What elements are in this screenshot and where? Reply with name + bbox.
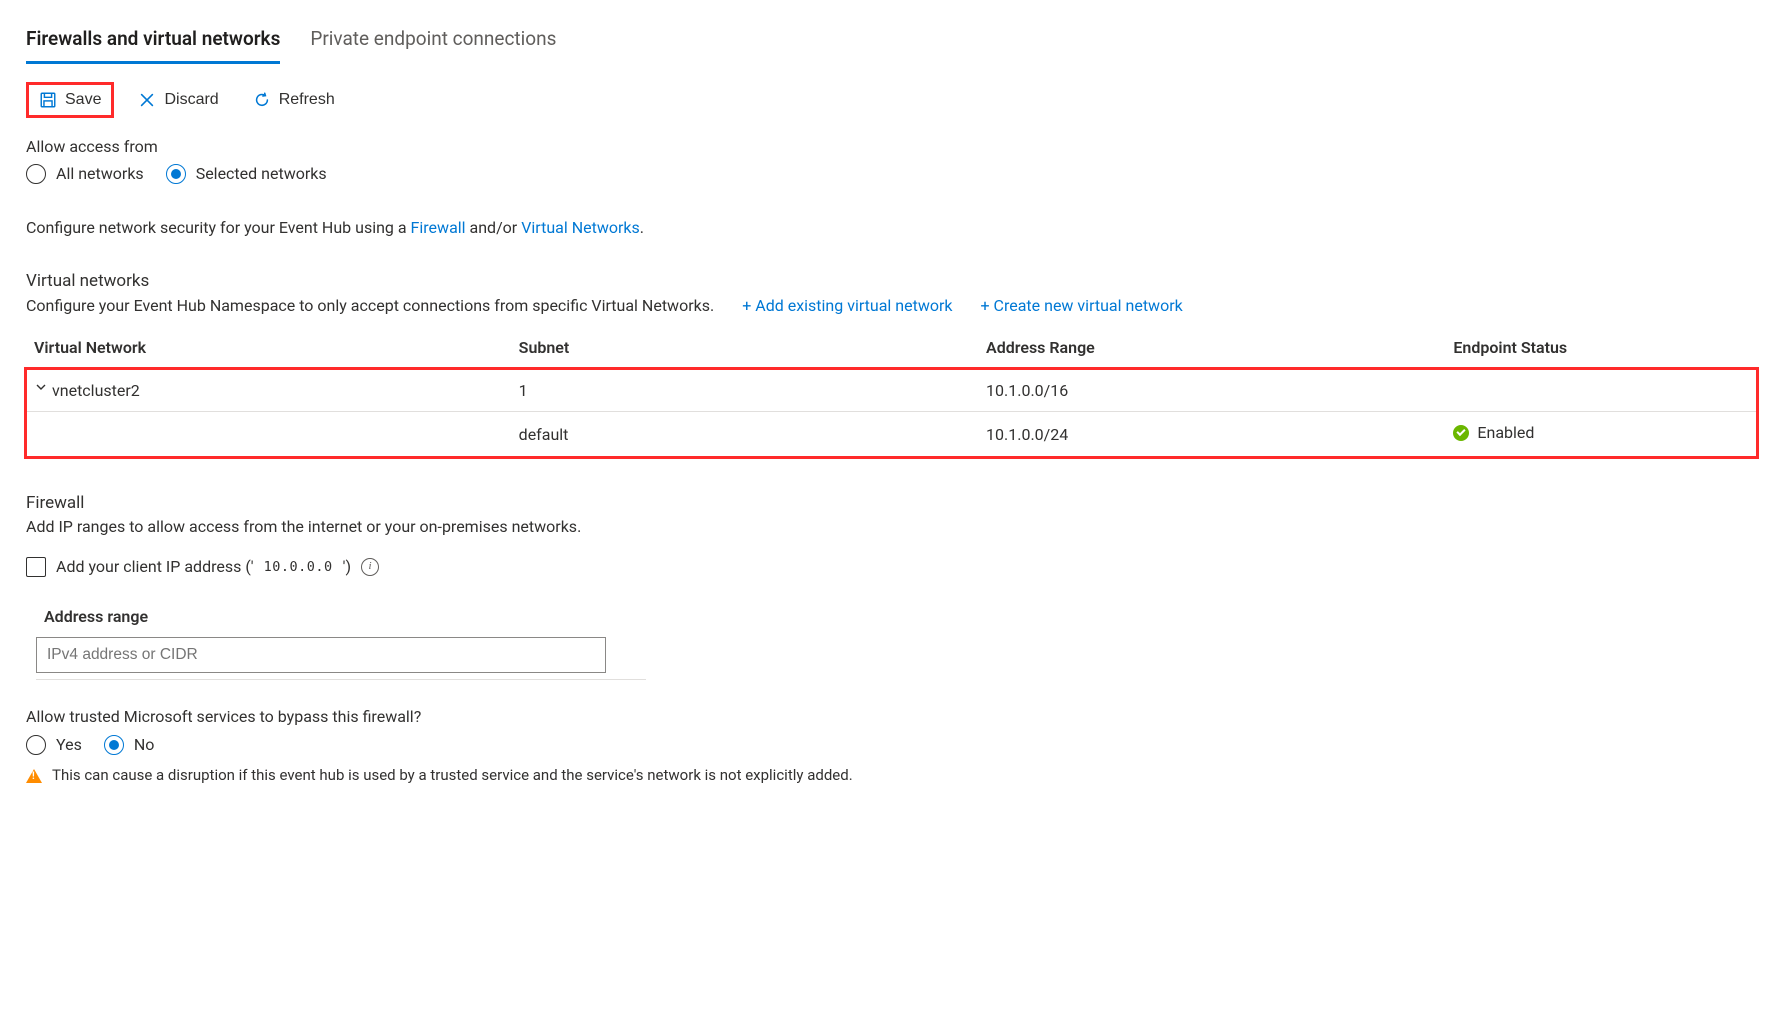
radio-no-label: No	[134, 734, 155, 756]
cell-vnet-name	[26, 412, 511, 457]
cell-subnet: default	[511, 412, 978, 457]
refresh-icon	[253, 91, 271, 109]
radio-bypass-no[interactable]: No	[104, 734, 155, 756]
col-subnet: Subnet	[511, 329, 978, 369]
refresh-label: Refresh	[279, 91, 335, 109]
add-client-ip-label-prefix: Add your client IP address ('	[56, 556, 254, 578]
add-client-ip-label-suffix: ')	[343, 556, 351, 578]
radio-selected-networks[interactable]: Selected networks	[166, 163, 327, 185]
link-firewall[interactable]: Firewall	[411, 218, 466, 237]
cell-status	[1445, 369, 1757, 412]
table-row[interactable]: vnetcluster2 1 10.1.0.0/16	[26, 369, 1757, 412]
create-new-vnet-link[interactable]: + Create new virtual network	[981, 295, 1183, 317]
cell-subnet: 1	[511, 369, 978, 412]
add-client-ip-checkbox[interactable]	[26, 557, 46, 577]
link-virtual-networks[interactable]: Virtual Networks	[521, 218, 640, 237]
vnet-heading: Virtual networks	[26, 270, 1757, 293]
add-existing-vnet-link[interactable]: + Add existing virtual network	[742, 295, 952, 317]
tabs: Firewalls and virtual networks Private e…	[26, 24, 1757, 64]
table-row[interactable]: default 10.1.0.0/24 Enabled	[26, 412, 1757, 457]
allow-access-label: Allow access from	[26, 136, 1757, 158]
radio-circle-icon	[104, 735, 124, 755]
radio-bypass-yes[interactable]: Yes	[26, 734, 82, 756]
discard-button[interactable]: Discard	[128, 85, 228, 115]
bypass-question: Allow trusted Microsoft services to bypa…	[26, 706, 1757, 728]
save-label: Save	[65, 91, 101, 109]
bypass-radios: Yes No	[26, 734, 1757, 756]
radio-selected-label: Selected networks	[196, 163, 327, 185]
cell-range: 10.1.0.0/16	[978, 369, 1445, 412]
discard-label: Discard	[164, 91, 218, 109]
refresh-button[interactable]: Refresh	[243, 85, 345, 115]
checkmark-circle-icon	[1453, 425, 1469, 441]
address-range-label: Address range	[44, 606, 1757, 628]
radio-yes-label: Yes	[56, 734, 82, 756]
bypass-warning: This can cause a disruption if this even…	[26, 765, 1757, 785]
tab-private-endpoints[interactable]: Private endpoint connections	[310, 24, 556, 64]
cell-vnet-name: vnetcluster2	[52, 381, 140, 400]
radio-all-label: All networks	[56, 163, 144, 185]
radio-circle-icon	[26, 164, 46, 184]
vnet-table-header: Virtual Network Subnet Address Range End…	[26, 329, 1757, 369]
address-range-input[interactable]	[36, 637, 606, 673]
chevron-down-icon[interactable]	[34, 378, 48, 400]
save-icon	[39, 91, 57, 109]
col-address-range: Address Range	[978, 329, 1445, 369]
toolbar: Save Discard Refresh	[26, 82, 1757, 118]
radio-all-networks[interactable]: All networks	[26, 163, 144, 185]
radio-circle-icon	[166, 164, 186, 184]
col-endpoint-status: Endpoint Status	[1445, 329, 1757, 369]
save-button[interactable]: Save	[26, 82, 114, 118]
firewall-heading: Firewall	[26, 492, 1757, 515]
status-enabled: Enabled	[1453, 422, 1534, 444]
firewall-description: Add IP ranges to allow access from the i…	[26, 516, 1757, 538]
add-client-ip-row: Add your client IP address (' 10.0.0.0 '…	[26, 556, 1757, 578]
client-ip-value: 10.0.0.0	[264, 558, 333, 576]
col-virtual-network: Virtual Network	[26, 329, 511, 369]
configure-description: Configure network security for your Even…	[26, 217, 1757, 239]
cell-range: 10.1.0.0/24	[978, 412, 1445, 457]
bypass-warning-text: This can cause a disruption if this even…	[52, 765, 853, 785]
info-icon[interactable]: i	[361, 558, 379, 576]
cell-status: Enabled	[1477, 422, 1534, 444]
vnet-table: Virtual Network Subnet Address Range End…	[26, 329, 1757, 458]
warning-icon	[26, 769, 42, 783]
allow-access-radios: All networks Selected networks	[26, 163, 1757, 185]
vnet-heading-row: Configure your Event Hub Namespace to on…	[26, 295, 1757, 317]
vnet-description: Configure your Event Hub Namespace to on…	[26, 295, 714, 317]
close-icon	[138, 91, 156, 109]
radio-circle-icon	[26, 735, 46, 755]
tab-firewalls[interactable]: Firewalls and virtual networks	[26, 24, 280, 64]
